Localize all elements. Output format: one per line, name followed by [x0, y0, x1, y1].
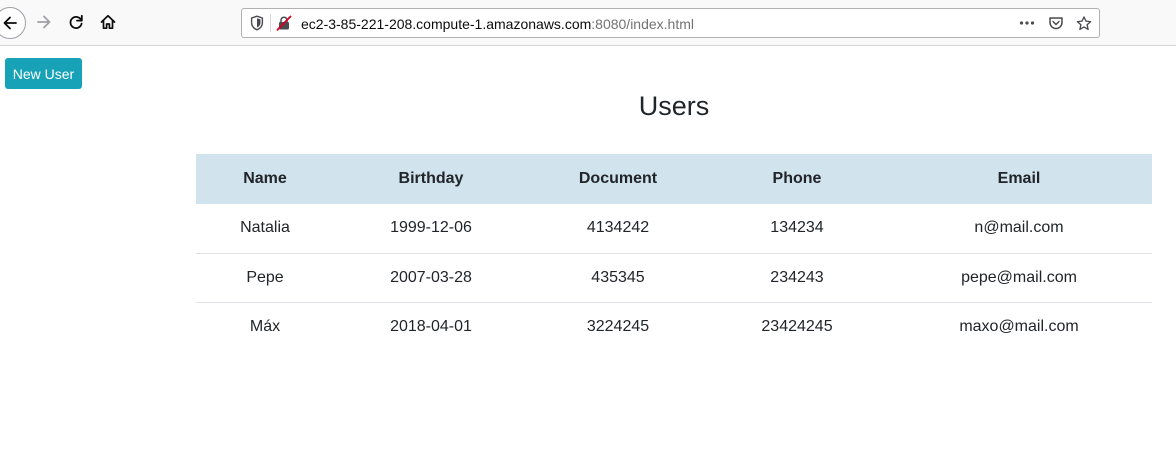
url-host: ec2-3-85-221-208.compute-1.amazonaws.com	[301, 16, 592, 32]
column-header-email: Email	[886, 154, 1152, 204]
forward-button[interactable]	[29, 7, 59, 37]
cell-document: 435345	[528, 252, 708, 302]
cell-document: 4134242	[586, 219, 650, 237]
reload-button[interactable]	[61, 7, 91, 37]
address-bar[interactable]: ec2-3-85-221-208.compute-1.amazonaws.com…	[241, 8, 1100, 38]
home-icon	[100, 14, 116, 30]
cell-document: 3224245	[528, 301, 708, 351]
pocket-icon[interactable]	[1048, 15, 1064, 31]
table-row: Máx 2018-04-01 3224245 23424245 maxo@mai…	[196, 301, 1152, 351]
cell-birthday: 2007-03-28	[334, 252, 528, 302]
back-button[interactable]	[0, 7, 26, 39]
cell-email: pepe@mail.com	[886, 252, 1152, 302]
page-actions-icon[interactable]	[1019, 15, 1035, 31]
url-text[interactable]: ec2-3-85-221-208.compute-1.amazonaws.com…	[301, 15, 694, 33]
cell-name: Máx	[196, 301, 334, 351]
cell-phone: 134234	[770, 219, 824, 237]
url-path: :8080/index.html	[591, 16, 694, 32]
cell-name: Pepe	[196, 252, 334, 302]
home-button[interactable]	[93, 7, 123, 37]
cell-phone: 234243	[708, 252, 886, 302]
table-row: Pepe 2007-03-28 435345 234243 pepe@mail.…	[196, 252, 1152, 302]
forward-arrow-icon	[37, 15, 51, 29]
cell-name: Natalia	[240, 219, 290, 237]
new-user-button[interactable]: New User	[5, 58, 82, 89]
table-header-row: Name Birthday Document Phone Email	[196, 154, 1152, 204]
cell-birthday: 2018-04-01	[334, 301, 528, 351]
browser-toolbar: ec2-3-85-221-208.compute-1.amazonaws.com…	[0, 0, 1176, 46]
insecure-lock-icon[interactable]	[276, 15, 292, 31]
column-header-phone: Phone	[708, 154, 886, 204]
column-header-document: Document	[528, 154, 708, 204]
reload-icon	[69, 14, 83, 29]
shield-icon[interactable]	[249, 15, 265, 31]
url-separator	[270, 14, 271, 32]
bookmark-star-icon[interactable]	[1076, 15, 1092, 31]
cell-birthday: 1999-12-06	[390, 219, 472, 237]
column-header-name: Name	[196, 154, 334, 204]
cell-email: n@mail.com	[974, 219, 1064, 237]
cell-email: maxo@mail.com	[886, 301, 1152, 351]
cell-phone: 23424245	[708, 301, 886, 351]
page-title: Users	[638, 91, 710, 121]
table-row: Natalia 1999-12-06 4134242 134234 n@mail…	[196, 204, 1152, 253]
back-arrow-icon	[3, 16, 17, 30]
users-table: Name Birthday Document Phone Email Natal…	[196, 154, 1152, 351]
column-header-birthday: Birthday	[334, 154, 528, 204]
